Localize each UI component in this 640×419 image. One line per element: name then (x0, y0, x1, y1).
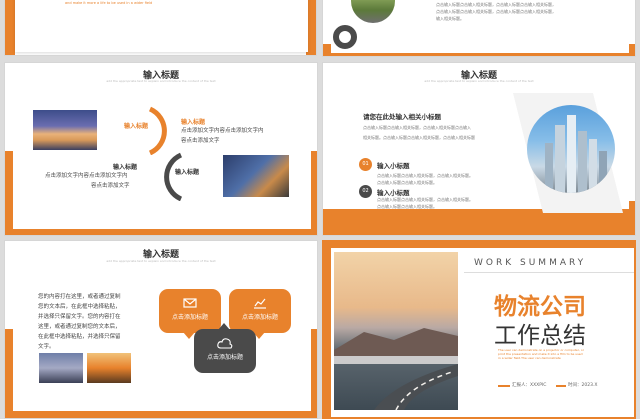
step-01-label: 输入小标题 (377, 162, 410, 170)
item2-label-right: 输入标题 (175, 169, 200, 176)
slide-thumbnail-4[interactable]: 输入标题 add the appropriate text to explain… (322, 62, 636, 236)
item1-heading: 输入标题 (181, 119, 206, 126)
slide-thumbnail-5[interactable]: 输入标题 add the appropriate text to explain… (4, 240, 318, 419)
bar-chart-icon (254, 298, 266, 309)
cover-time: 时间：2023.X (568, 383, 598, 388)
slide-thumbnail-3[interactable]: 输入标题 add the appropriate text to explain… (4, 62, 318, 236)
bubble-cloud[interactable]: 点击添加标题 (194, 323, 256, 373)
item2-heading: 输入标题 (113, 164, 138, 171)
slide5-line-5: 在此框中选择粘贴，并选择只保留 (38, 334, 121, 340)
slide5-line-2: 您的文本后，在此框中选择粘贴， (38, 304, 121, 310)
step-02-badge: 02 (359, 185, 372, 198)
cover-reporter: 汇报人：XXXPIC (512, 383, 547, 388)
skyscraper-photo (527, 105, 615, 193)
slide2-line-3: 输入相关标题。 (436, 16, 464, 21)
item1-line-1: 点击添加文字内容点击添加文字内 (181, 128, 264, 134)
slide4-heading: 请您在此处输入相关小标题 (363, 113, 441, 121)
cover-header: WORK SUMMARY (474, 258, 587, 268)
road-landscape-photo (334, 252, 458, 410)
mail-icon (183, 298, 197, 308)
item1-label-left: 输入标题 (124, 123, 149, 130)
slide-thumbnail-2[interactable]: 点击输入标题点击输入相关标题，点击输入标题点击输入相关标题， 点击输入标题点击输… (322, 0, 636, 57)
step-02-desc-2: 点击输入标题点击输入相关标题。 (377, 204, 437, 209)
gray-arc (164, 152, 183, 201)
item2-line-2: 容点击添加文字 (91, 183, 130, 189)
slide-thumbnail-6-selected[interactable]: WORK SUMMARY 物流公司 工作总结 The user can demo… (322, 240, 636, 419)
slide4-subtitle: add the appropriate text to explain and … (424, 79, 534, 83)
item1-line-2: 容点击添加文字 (181, 138, 220, 144)
slide5-line-3: 并选择只保留文字。您的内容打在 (38, 314, 121, 320)
slide5-line-1: 您的内容打在这里，或者通过复制 (38, 294, 121, 300)
slide5-line-4: 这里，或者通过复制您的文本后， (38, 324, 121, 330)
slide-thumbnail-1[interactable]: and make it more a life to be used in a … (4, 0, 317, 56)
bubble-chart[interactable]: 点击添加标题 (229, 289, 291, 339)
warehouse-thumb (87, 353, 131, 383)
slide4-para-2: 相关标题。点击输入标题点击输入相关标题，点击输入相关标题 (363, 135, 475, 140)
slide1-caption: and make it more a life to be used in a … (65, 1, 153, 5)
cover-desc-3: in a wider field.The user can demonstrat… (498, 356, 561, 360)
orange-arc (148, 106, 167, 155)
slide5-line-6: 文字。 (38, 344, 55, 350)
slide4-para-1: 点击输入标题点击输入相关标题，点击输入相关标题点击输入 (363, 125, 471, 130)
bubble-mail[interactable]: 点击添加标题 (159, 289, 221, 339)
harbor-thumb (39, 353, 83, 383)
step-01-badge: 01 (359, 158, 372, 171)
ring-decoration (333, 25, 357, 49)
harbor-photo (33, 110, 97, 150)
cloud-icon (217, 338, 233, 349)
cover-title-2: 工作总结 (494, 323, 586, 349)
step-01-desc-2: 点击输入标题点击输入相关标题。 (377, 180, 437, 185)
tablet-photo (223, 155, 289, 197)
item2-line-1: 点击添加文字内容点击添加文字内 (45, 173, 128, 179)
slide5-subtitle: add the appropriate text to explain and … (106, 259, 216, 263)
slide3-subtitle: add the appropriate text to explain and … (106, 79, 216, 83)
